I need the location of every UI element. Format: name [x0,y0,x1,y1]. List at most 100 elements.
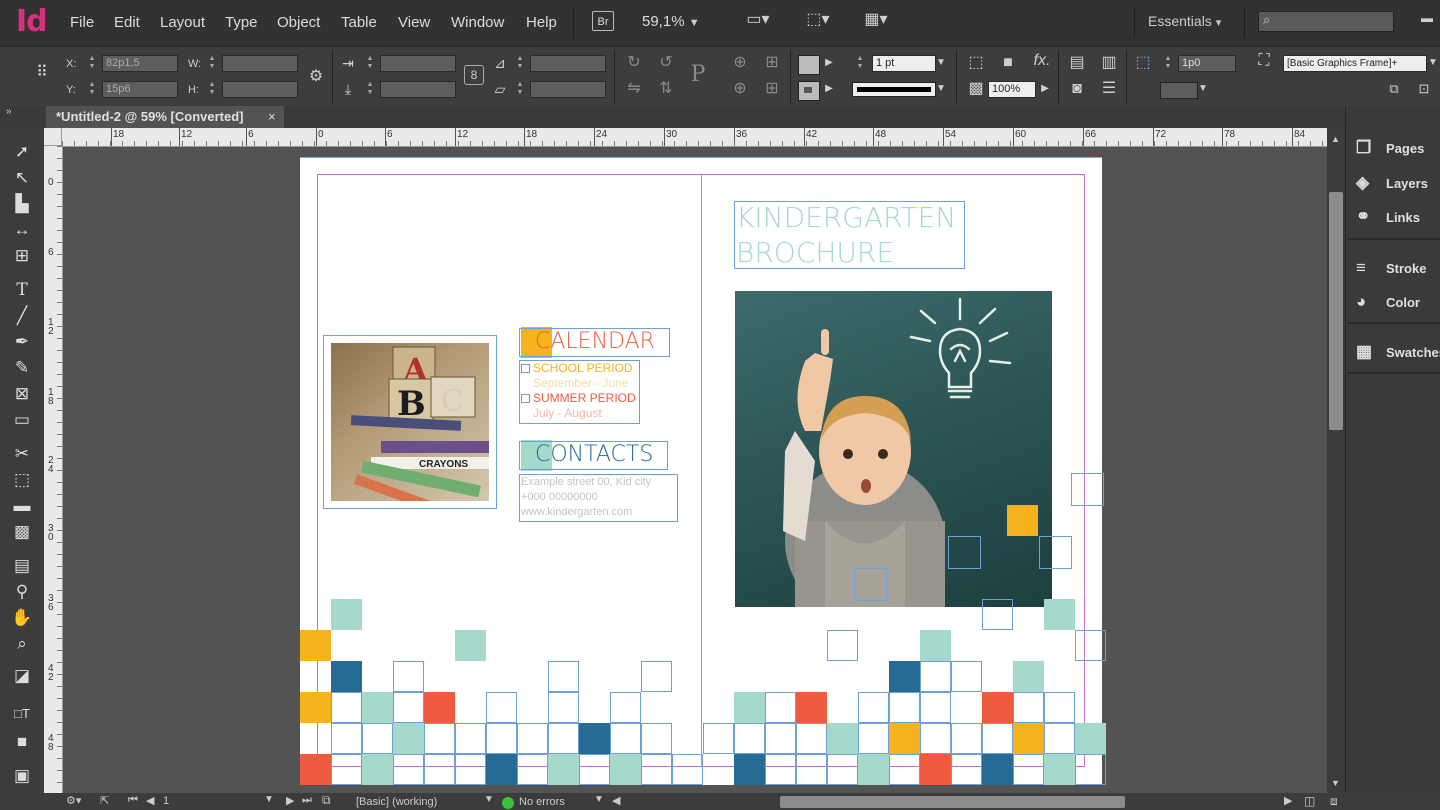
menu-table[interactable]: Table [341,14,377,31]
chevron-down-icon[interactable]: ▼ [1426,53,1440,73]
ruler-origin[interactable] [44,128,62,146]
last-page-icon[interactable]: ⏭ [302,794,312,807]
chevron-down-icon[interactable]: ▼ [1196,79,1210,99]
object-style-select[interactable]: [Basic Graphics Frame]+ [1283,55,1427,72]
stroke-weight-stepper[interactable]: ▲ ▼ [856,55,864,71]
select-previous-icon[interactable]: ⊕ [728,79,752,99]
panel-stroke[interactable]: ≡ Stroke [1356,253,1426,283]
drop-shadow-icon[interactable]: ■ [996,53,1020,73]
pen-tool-icon[interactable]: ✒ [8,330,36,354]
menu-window[interactable]: Window [451,14,504,31]
next-page-icon[interactable]: ▶ [286,794,294,807]
panel-color[interactable]: ◕ Color [1356,287,1420,317]
close-icon[interactable]: × [268,106,276,128]
menu-view[interactable]: View [398,14,430,31]
reference-point-icon[interactable]: ⠿ [28,63,56,83]
x-field[interactable]: 82p1,5 [102,55,178,72]
split-window-icon[interactable]: ◫ [1304,794,1315,808]
rotate-ccw-icon[interactable]: ↺ [654,53,678,73]
page-number[interactable]: 1 [163,795,169,807]
rotate-cw-icon[interactable]: ↻ [622,53,646,73]
h-stepper[interactable]: ▲ ▼ [208,81,216,97]
minimize-icon[interactable]: ▬ [1418,8,1436,28]
document-tab[interactable]: *Untitled-2 @ 59% [Converted] [46,106,284,128]
bridge-button[interactable]: Br [592,11,614,31]
rectangle-frame-tool-icon[interactable]: ⊠ [8,382,36,406]
menu-help[interactable]: Help [526,14,557,31]
opacity-menu-icon[interactable]: ▶ [1038,79,1052,99]
panel-layers[interactable]: ◈ Layers [1356,168,1428,198]
y-stepper[interactable]: ▲ ▼ [88,81,96,97]
line-tool-icon[interactable]: ╱ [8,304,36,328]
select-next-icon[interactable]: ⊞ [760,79,784,99]
stroke-weight-field[interactable]: 1 pt [872,55,936,72]
panel-links[interactable]: ⚭ Links [1356,202,1420,232]
search-input[interactable]: ⌕ [1258,11,1394,32]
align-stroke-select[interactable] [1160,82,1198,99]
collapse-icon[interactable]: » [6,106,12,117]
arrange-documents-icon[interactable]: ▦▾ [858,10,894,30]
w-field[interactable] [222,55,298,72]
panel-swatches[interactable]: ▦ Swatches [1356,337,1440,367]
page-style[interactable]: [Basic] (working) [356,796,437,808]
fill-menu-icon[interactable]: ▶ [822,53,836,73]
previous-page-icon[interactable]: ◀ [146,794,154,807]
shear-stepper[interactable]: ▲ ▼ [516,81,524,97]
window-options-icon[interactable]: ⧈ [1330,794,1338,809]
direct-selection-tool-icon[interactable]: ↖ [8,166,36,190]
open-in-bridge-icon[interactable]: ⇱ [100,794,109,807]
chevron-down-icon[interactable]: ▼ [264,794,274,805]
chevron-down-icon[interactable]: ▼ [594,794,604,805]
free-transform-tool-icon[interactable]: ⬚ [8,468,36,492]
hand-tool-icon[interactable]: ✋ [8,606,36,630]
scale-y-stepper[interactable]: ▲ ▼ [366,81,374,97]
link-icon[interactable]: 8 [464,65,484,85]
status-menu-icon[interactable]: ⚙▾ [66,794,81,807]
wrap-none-icon[interactable]: ▤ [1066,53,1088,73]
x-stepper[interactable]: ▲ ▼ [88,55,96,71]
fill-stroke-icon[interactable]: ◪ [8,664,36,688]
zoom-level[interactable]: 59,1% ▼ [642,13,700,30]
preflight-status[interactable]: No errors [519,796,565,808]
rotate-stepper[interactable]: ▲ ▼ [516,55,524,71]
apply-color-icon[interactable]: ■ [8,730,36,754]
stroke-type-select[interactable] [852,82,936,97]
gradient-swatch-tool-icon[interactable]: ▬ [8,494,36,518]
panel-menu-icon[interactable]: ⊡ [1412,79,1436,99]
effects-icon[interactable]: fx. [1030,51,1054,71]
wrap-bounding-icon[interactable]: ▥ [1098,53,1120,73]
page-tool-icon[interactable]: ▙ [8,192,36,216]
menu-edit[interactable]: Edit [114,14,140,31]
stroke-menu-icon[interactable]: ▶ [822,79,836,99]
scroll-right-icon[interactable]: ▶ [1284,794,1292,807]
horizontal-scroll-thumb[interactable] [780,796,1125,808]
corner-options-icon[interactable]: ⬚ [964,53,988,73]
vertical-ruler[interactable]: 0 6 12 18 24 30 36 42 48 [44,146,63,793]
document-status-icon[interactable]: ⧉ [322,793,331,808]
content-collector-icon[interactable]: ⊞ [8,244,36,268]
note-tool-icon[interactable]: ▤ [8,554,36,578]
menu-object[interactable]: Object [277,14,320,31]
menu-file[interactable]: File [70,14,94,31]
view-options-icon[interactable]: ▭▾ [740,10,776,30]
fill-swatch[interactable] [798,55,820,75]
select-content-icon[interactable]: ⊞ [760,53,784,73]
crayons-photo[interactable]: A B C CRAYONS [331,343,489,501]
screen-mode-tool-icon[interactable]: ▣ [8,764,36,788]
scale-y-field[interactable] [380,81,456,98]
wrap-jump-icon[interactable]: ☰ [1098,79,1120,99]
scrollbar-thumb[interactable] [1329,192,1343,430]
scroll-down-icon[interactable]: ▼ [1331,778,1340,788]
first-page-icon[interactable]: ⏮ [128,794,138,807]
h-field[interactable] [222,81,298,98]
gap-tool-icon[interactable]: ↔ [8,218,36,242]
child-photo[interactable] [735,291,1052,607]
wrap-shape-icon[interactable]: ◙ [1066,79,1088,99]
formatting-affects-icon[interactable]: □T [8,702,36,726]
chevron-down-icon[interactable]: ▼ [934,53,948,73]
w-stepper[interactable]: ▲ ▼ [208,55,216,71]
stroke-swatch[interactable] [798,81,820,101]
rectangle-tool-icon[interactable]: ▭ [8,408,36,432]
eyedropper-tool-icon[interactable]: ⚲ [8,580,36,604]
panel-pages[interactable]: ❐ Pages [1356,133,1424,163]
